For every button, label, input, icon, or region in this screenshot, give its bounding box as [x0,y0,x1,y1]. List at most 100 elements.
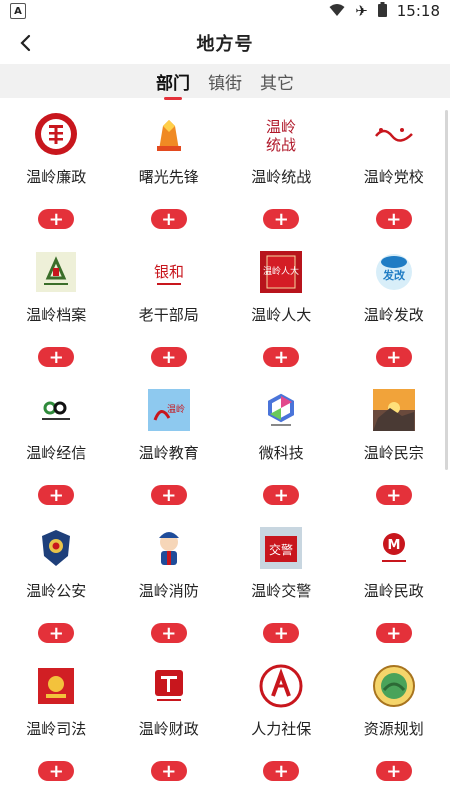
subscribe-add-button[interactable]: + [375,761,412,781]
subscribe-add-button[interactable]: + [263,347,300,367]
channel-item[interactable]: 资源规划 + [338,660,450,798]
subscribe-add-button[interactable]: + [263,761,300,781]
channel-name: 微科技 [258,444,304,462]
subscribe-add-button[interactable]: + [150,209,187,229]
channel-item[interactable]: 温岭经信 + [0,384,113,522]
svg-text:统战: 统战 [266,136,296,154]
channel-name: 温岭民政 [363,582,424,600]
channel-name: 温岭司法 [26,720,87,738]
jingxin-logo-icon [34,388,78,432]
channel-item[interactable]: 交警温岭交警 + [225,522,338,660]
subscribe-add-button[interactable]: + [150,623,187,643]
subscribe-add-button[interactable]: + [38,623,75,643]
wifi-icon [329,3,345,20]
channel-item[interactable]: M 温岭民政 + [338,522,450,660]
battery-icon [377,2,387,20]
channel-name: 温岭廉政 [26,168,87,186]
subscribe-add-button[interactable]: + [375,623,412,643]
tab-zhenjie[interactable]: 镇街 [206,69,244,94]
airplane-icon: ✈ [355,1,368,20]
channel-name: 温岭统战 [251,168,312,186]
channel-name: 温岭党校 [363,168,424,186]
category-tabs: 部门 镇街 其它 [0,64,450,98]
channel-item[interactable]: 人力社保 + [225,660,338,798]
subscribe-add-button[interactable]: + [375,209,412,229]
notification-a-icon: A [10,3,26,19]
channel-item[interactable]: 温岭档案 + [0,246,113,384]
clock: 15:18 [396,2,440,20]
keji-logo-icon [259,388,303,432]
channel-name: 温岭人大 [251,306,312,324]
fagai-logo-icon: 发改 [372,250,416,294]
channel-name: 人力社保 [251,720,312,738]
shuguang-logo-icon [147,112,191,156]
channel-item[interactable]: 温岭人大 温岭人大 + [225,246,338,384]
channel-name: 温岭公安 [26,582,87,600]
svg-text:交警: 交警 [269,542,293,557]
renda-logo-icon: 温岭人大 [259,250,303,294]
channel-name: 温岭交警 [251,582,312,600]
subscribe-add-button[interactable]: + [375,347,412,367]
minzheng-logo-icon: M [372,526,416,570]
channel-name: 温岭消防 [138,582,199,600]
channel-item[interactable]: 发改温岭发改 + [338,246,450,384]
chevron-left-icon [20,34,31,52]
caizheng-logo-icon [147,664,191,708]
svg-text:温岭: 温岭 [266,118,296,136]
scrollbar[interactable] [445,110,448,470]
channel-item[interactable]: 温岭廉政 + [0,108,113,246]
tab-qita[interactable]: 其它 [258,69,296,94]
channel-name: 温岭民宗 [363,444,424,462]
channel-item[interactable]: 温岭温岭教育 + [113,384,226,522]
ziyuan-logo-icon [372,664,416,708]
jiaoyu-logo-icon: 温岭 [147,388,191,432]
channel-name: 温岭财政 [138,720,199,738]
subscribe-add-button[interactable]: + [263,485,300,505]
channel-item[interactable]: 微科技 + [225,384,338,522]
channel-name: 资源规划 [363,720,424,738]
channel-item[interactable]: 温岭 统战 温岭统战 + [225,108,338,246]
channel-item[interactable]: 曙光先锋 + [113,108,226,246]
channel-item[interactable]: 温岭消防 + [113,522,226,660]
channel-name: 曙光先锋 [138,168,199,186]
police-badge-icon [34,526,78,570]
channel-item[interactable]: 温岭公安 + [0,522,113,660]
tongzhan-logo-icon: 温岭 统战 [259,112,303,156]
subscribe-add-button[interactable]: + [150,485,187,505]
channel-name: 温岭发改 [363,306,424,324]
channel-name: 温岭档案 [26,306,87,324]
firefighter-icon [147,526,191,570]
svg-text:发改: 发改 [382,268,406,282]
tab-bumen[interactable]: 部门 [154,69,192,94]
minzong-logo-icon [372,388,416,432]
subscribe-add-button[interactable]: + [263,623,300,643]
subscribe-add-button[interactable]: + [38,761,75,781]
channel-item[interactable]: 温岭党校 + [338,108,450,246]
laoganbu-logo-icon: 银和 [147,250,191,294]
channel-name: 老干部局 [138,306,199,324]
subscribe-add-button[interactable]: + [263,209,300,229]
subscribe-add-button[interactable]: + [38,347,75,367]
channel-item[interactable]: 温岭财政 + [113,660,226,798]
channel-item[interactable]: 温岭民宗 + [338,384,450,522]
dangan-logo-icon [34,250,78,294]
channel-item[interactable]: 温岭司法 + [0,660,113,798]
sifa-emblem-icon [34,664,78,708]
svg-text:银和: 银和 [154,263,184,281]
channel-item[interactable]: 银和老干部局 + [113,246,226,384]
channel-grid: 温岭廉政 + 曙光先锋 + 温岭 统战 温岭统战 + 温岭党校 + 温岭档案 + 银和 老干部局 + 温岭人大… [0,98,450,798]
back-button[interactable] [10,28,40,58]
dangxiao-logo-icon [372,112,416,156]
page-title: 地方号 [196,34,254,55]
svg-text:温岭: 温岭 [167,403,185,415]
subscribe-add-button[interactable]: + [375,485,412,505]
subscribe-add-button[interactable]: + [150,761,187,781]
lianzheng-logo-icon [34,112,78,156]
channel-name: 温岭经信 [26,444,87,462]
app-header: 地方号 [0,22,450,64]
svg-text:M: M [387,538,400,553]
subscribe-add-button[interactable]: + [38,485,75,505]
channel-name: 温岭教育 [138,444,199,462]
subscribe-add-button[interactable]: + [38,209,75,229]
subscribe-add-button[interactable]: + [150,347,187,367]
